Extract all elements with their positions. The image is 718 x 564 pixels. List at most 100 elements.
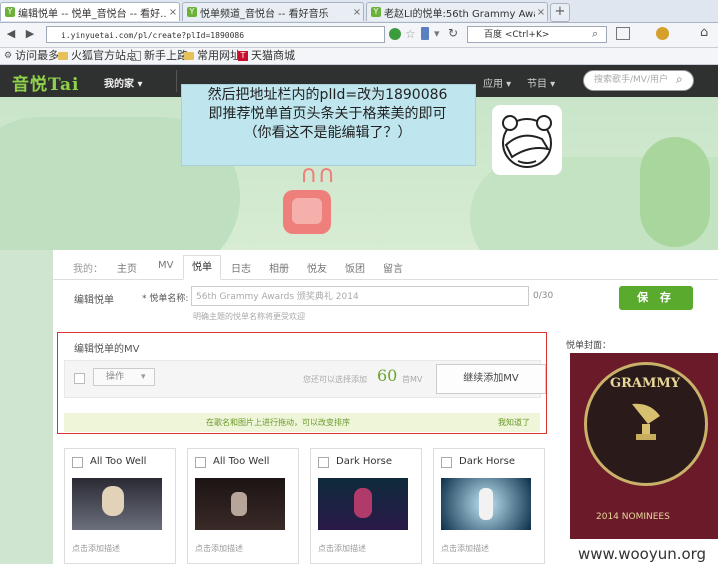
nominee-names-graphic xyxy=(582,450,714,502)
browser-tab-2[interactable]: Y 悦单频道_音悦台 -- 看好音乐 × xyxy=(182,2,364,21)
phone-icon[interactable] xyxy=(421,27,429,40)
facepalm-icon xyxy=(502,115,552,168)
singer-figure-shape xyxy=(479,488,493,520)
search-icon[interactable]: ⌕ xyxy=(676,72,683,87)
tab-label: 编辑悦单 -- 悦单_音悦台 -- 看好... xyxy=(18,8,167,20)
mv-description[interactable]: 点击添加描述 xyxy=(441,543,489,554)
nav-label: 节目 xyxy=(527,79,547,90)
bookmark-getting-started[interactable]: 新手上路 xyxy=(131,49,188,63)
tab-messages[interactable]: 留言 xyxy=(383,260,403,275)
mv-checkbox[interactable] xyxy=(441,457,452,468)
watermark: www.wooyun.org xyxy=(578,545,707,563)
nav-apps[interactable]: 应用 ▾ xyxy=(483,75,511,90)
mv-title[interactable]: Dark Horse xyxy=(336,456,392,467)
tab-fanclub[interactable]: 饭团 xyxy=(345,260,365,275)
nav-my-home[interactable]: 我的家 ▾ xyxy=(104,75,143,90)
chevron-down-icon: ▾ xyxy=(141,372,146,382)
star-icon[interactable]: ☆ xyxy=(405,27,416,41)
mv-description[interactable]: 点击添加描述 xyxy=(318,543,366,554)
playlist-name-label: * 悦单名称: xyxy=(142,294,189,304)
bookmark-tmall[interactable]: T 天猫商城 xyxy=(238,49,295,63)
bookmark-firefox-site[interactable]: 火狐官方站点 xyxy=(58,49,137,63)
select-all-checkbox[interactable] xyxy=(74,373,85,384)
dropdown-icon[interactable]: ▾ xyxy=(434,27,440,40)
mv-checkbox[interactable] xyxy=(72,457,83,468)
bookmark-common-sites[interactable]: 常用网址 xyxy=(184,49,241,63)
screenshot-icon[interactable] xyxy=(616,27,630,40)
gramophone-icon xyxy=(626,398,666,442)
singer-figure-shape xyxy=(354,488,372,518)
mv-thumbnail[interactable] xyxy=(441,478,531,530)
annotation-line-3: （你看这不是能编辑了？） xyxy=(243,125,412,141)
nav-shows[interactable]: 节目 ▾ xyxy=(527,75,555,90)
close-icon[interactable]: × xyxy=(167,7,179,18)
tab-blog[interactable]: 日志 xyxy=(231,260,251,275)
browser-tab-3[interactable]: Y 老赵LI的悦单:56th Grammy Awards ... × xyxy=(366,2,548,21)
annotation-line-1: 然后把地址栏内的plId=改为1890086 xyxy=(207,87,448,103)
search-engine-box[interactable]: 百度 <Ctrl+K> xyxy=(467,26,607,43)
section-title: 编辑悦单 xyxy=(74,295,114,306)
playlist-name-input[interactable]: 56th Grammy Awards 颁奖典礼 2014 xyxy=(191,286,529,306)
operation-dropdown[interactable]: 操作 ▾ xyxy=(93,368,155,386)
tab-label: 悦单频道_音悦台 -- 看好音乐 xyxy=(200,8,329,20)
cover-year: 2014 NOMINEES xyxy=(596,512,670,522)
continue-add-mv-button[interactable]: 继续添加MV xyxy=(436,364,546,394)
close-icon[interactable]: × xyxy=(351,7,363,18)
back-icon[interactable]: ◀ xyxy=(3,26,19,42)
mv-title[interactable]: Dark Horse xyxy=(459,456,515,467)
search-icon[interactable]: ⌕ xyxy=(592,27,598,41)
address-bar[interactable]: i.yinyuetai.com/pl/create?plId=1890086 xyxy=(46,26,385,43)
mv-description[interactable]: 点击添加描述 xyxy=(195,543,243,554)
divider xyxy=(176,70,177,92)
drag-tip-text: 在歌名和图片上进行拖动，可以改变排序 xyxy=(206,418,350,427)
profile-tabs-prefix: 我的： xyxy=(73,264,103,275)
mv-description[interactable]: 点击添加描述 xyxy=(72,543,120,554)
annotation-text: 然后把地址栏内的plId=改为1890086 即推荐悦单首页头条关于格莱美的即可… xyxy=(181,86,474,143)
char-counter: 0/30 xyxy=(533,291,554,301)
forward-icon[interactable]: ▶ xyxy=(22,26,38,42)
mv-thumbnail[interactable] xyxy=(318,478,408,530)
settings-icon: ⚙ xyxy=(4,51,13,61)
site-logo[interactable]: 音悦Tai xyxy=(12,70,80,95)
folder-icon xyxy=(184,52,194,60)
reload-icon[interactable]: ↻ xyxy=(448,26,458,40)
tab-friends[interactable]: 悦友 xyxy=(307,260,327,275)
mv-section-title: 编辑悦单的MV xyxy=(74,344,140,355)
bookmark-most-visited[interactable]: ⚙ 访问最多 xyxy=(4,49,59,63)
addon-icon[interactable] xyxy=(656,27,669,40)
operation-label: 操作 xyxy=(106,372,125,382)
mv-checkbox[interactable] xyxy=(318,457,329,468)
bookmark-label: 天猫商城 xyxy=(251,49,295,62)
mv-title[interactable]: All Too Well xyxy=(90,456,146,467)
tab-playlists[interactable]: 悦单 xyxy=(183,255,221,280)
tab-home[interactable]: 主页 xyxy=(117,260,137,275)
tab-albums[interactable]: 相册 xyxy=(269,260,289,275)
cover-label: 悦单封面： xyxy=(566,341,612,351)
close-icon[interactable]: × xyxy=(535,7,547,18)
mv-thumbnail[interactable] xyxy=(72,478,162,530)
page-icon xyxy=(131,51,141,61)
bookmark-label: 访问最多 xyxy=(15,49,60,62)
mv-title[interactable]: All Too Well xyxy=(213,456,269,467)
got-it-link[interactable]: 我知道了 xyxy=(498,417,530,428)
bookmark-label: 常用网址 xyxy=(197,49,241,62)
save-button[interactable]: 保 存 xyxy=(619,286,693,310)
go-icon[interactable] xyxy=(389,28,401,40)
cover-title: GRAMMY xyxy=(609,376,681,391)
nav-label: 我的家 xyxy=(104,79,134,90)
mv-checkbox[interactable] xyxy=(195,457,206,468)
banner-tree-shape xyxy=(640,137,710,247)
singer-figure-shape xyxy=(231,492,247,516)
nav-label: 应用 xyxy=(483,79,503,90)
site-favicon-icon: Y xyxy=(371,7,381,17)
new-tab-button[interactable]: + xyxy=(550,3,570,22)
tmall-icon: T xyxy=(238,51,248,61)
mv-thumbnail[interactable] xyxy=(195,478,285,530)
remaining-label: 您还可以选择添加 xyxy=(303,375,367,384)
tab-mv[interactable]: MV xyxy=(158,260,173,271)
home-icon[interactable]: ⌂ xyxy=(700,25,708,40)
browser-tab-1[interactable]: Y 编辑悦单 -- 悦单_音悦台 -- 看好... × xyxy=(0,2,180,21)
bookmark-label: 新手上路 xyxy=(144,49,188,62)
name-hint: 明确主题的悦单名称将更受欢迎 xyxy=(193,312,305,321)
singer-figure-shape xyxy=(102,486,124,516)
